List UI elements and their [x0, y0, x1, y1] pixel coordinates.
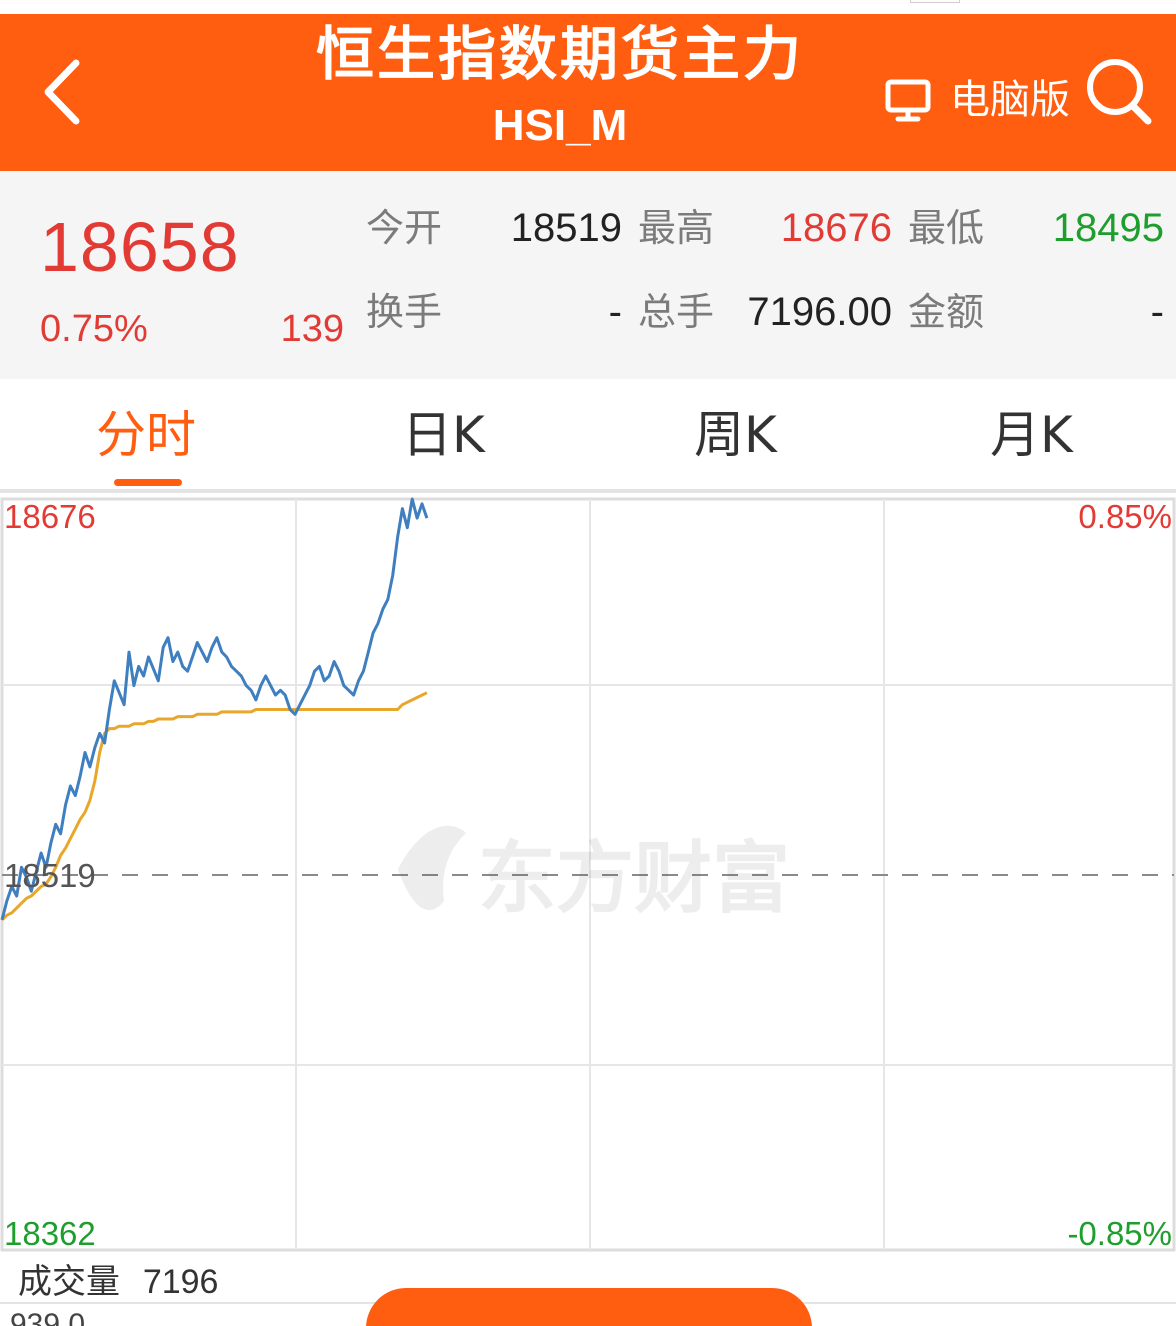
- pct-max-label: 0.85%: [1078, 498, 1172, 535]
- y-min-label: 18362: [4, 1215, 96, 1252]
- volume-axis-label: 939.0: [10, 1308, 86, 1326]
- volume-label: 总手: [638, 290, 715, 334]
- volume-caption-value: 7196: [142, 1263, 219, 1301]
- y-max-label: 18676: [4, 498, 96, 535]
- status-indicator: [910, 0, 960, 3]
- change-value: 139: [280, 308, 344, 350]
- open-value: 18519: [510, 206, 622, 250]
- active-tab-indicator: [114, 479, 182, 486]
- last-price: 18658: [40, 208, 240, 286]
- intraday-chart[interactable]: 东方财富 18676 18362 18519 0.85% -0.85%: [0, 497, 1176, 1252]
- change-percent: 0.75%: [40, 308, 148, 350]
- turnover-value: -: [608, 290, 622, 334]
- high-value: 18676: [780, 206, 892, 250]
- search-icon: [1087, 59, 1152, 125]
- high-label: 最高: [638, 206, 715, 250]
- volume-value: 7196.00: [747, 290, 892, 334]
- chevron-left-icon: [44, 59, 80, 125]
- pct-min-label: -0.85%: [1067, 1215, 1172, 1252]
- pc-version-label: 电脑版: [950, 77, 1070, 123]
- amount-value: -: [1150, 290, 1164, 334]
- tab-weekly-k[interactable]: 周K: [694, 405, 777, 465]
- back-button[interactable]: [30, 52, 94, 132]
- low-value: 18495: [1052, 206, 1164, 250]
- tab-monthly-k[interactable]: 月K: [990, 405, 1073, 465]
- tab-intraday[interactable]: 分时: [96, 405, 196, 465]
- open-label: 今开: [366, 206, 443, 250]
- intraday-chart-svg: 东方财富 18676 18362 18519 0.85% -0.85%: [0, 497, 1176, 1252]
- contract-code: HSI_M: [492, 101, 628, 150]
- monitor-icon: [885, 79, 931, 122]
- tab-daily-k[interactable]: 日K: [402, 405, 485, 465]
- search-button[interactable]: [1084, 54, 1154, 128]
- page-title: 恒生指数期货主力: [315, 20, 804, 88]
- status-strip: [0, 0, 1176, 14]
- watermark-text: 东方财富: [478, 834, 790, 924]
- floating-action-button[interactable]: [366, 1288, 812, 1326]
- quote-panel: 18658 0.75% 139 今开 18519 最高 18676 最低 184…: [0, 171, 1176, 379]
- header-bar: 恒生指数期货主力 HSI_M 电脑版: [0, 14, 1176, 171]
- amount-label: 金额: [908, 290, 985, 334]
- low-label: 最低: [908, 206, 985, 250]
- volume-caption: 成交量 7196: [18, 1262, 218, 1302]
- chart-tabs: 分时 日K 周K 月K: [0, 379, 1176, 493]
- volume-caption-label: 成交量: [18, 1262, 120, 1302]
- turnover-label: 换手: [366, 290, 443, 334]
- y-base-label: 18519: [4, 857, 96, 894]
- pc-version-button[interactable]: 电脑版: [884, 72, 1070, 128]
